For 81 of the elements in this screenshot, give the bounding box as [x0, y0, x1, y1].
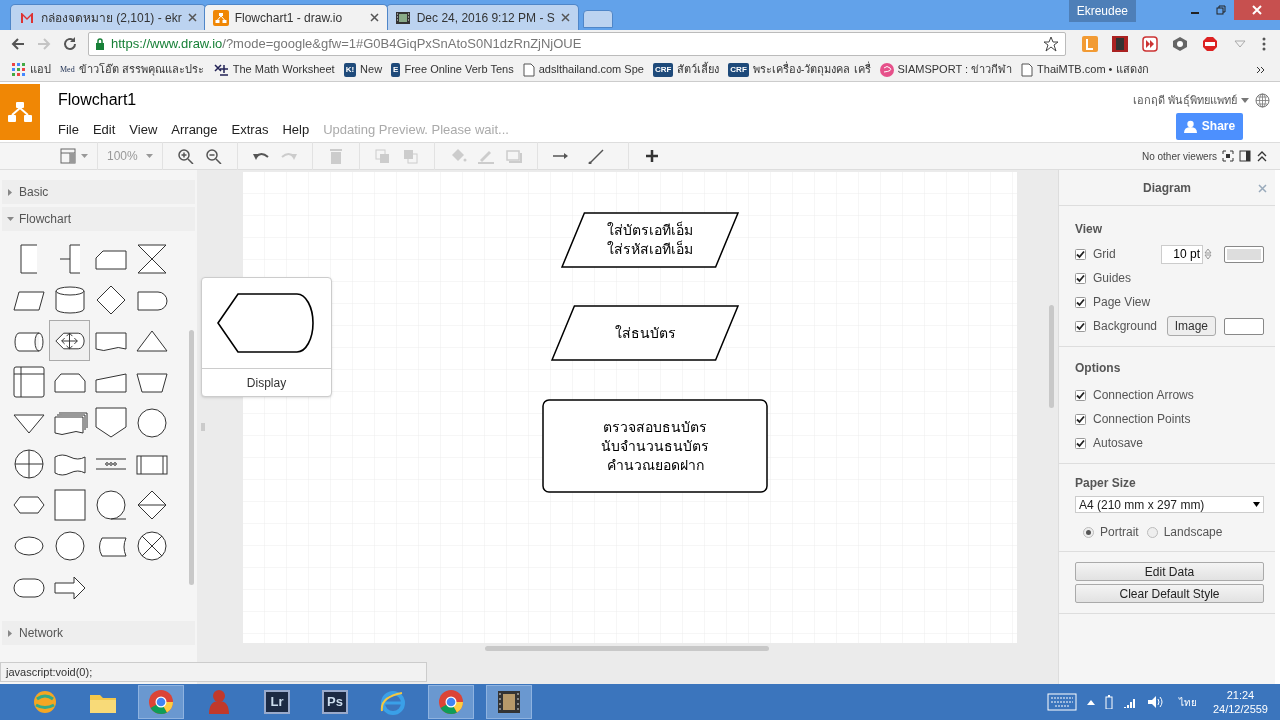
bookmark-label: New	[360, 62, 383, 78]
section-title: Network	[19, 625, 63, 642]
diagram-title[interactable]: Flowchart1	[58, 90, 509, 110]
section-heading: Paper Size	[1075, 475, 1137, 492]
bookmark-label: adslthailand.com Spe	[538, 62, 644, 78]
browser-tab[interactable]: Dec 24, 2016 9:12 PM - S	[385, 4, 579, 30]
panel-button[interactable]: Edit Data	[1075, 562, 1264, 581]
favicon-text: Med	[60, 63, 75, 76]
bookmark-label: พระเครื่อง-วัตถุมงคล เครื่	[752, 61, 871, 78]
profile-name[interactable]: Ekreudee	[1068, 0, 1136, 22]
option-label[interactable]: Page View	[1093, 293, 1264, 311]
favicon-tile: E	[391, 62, 401, 77]
bookmark[interactable]: K! New	[343, 61, 383, 78]
radio-label[interactable]: Portrait	[1100, 523, 1139, 541]
bookmark[interactable]: CRF พระเครื่อง-วัตถุมงคล เครื่	[728, 61, 871, 78]
url-text: https://www.draw.io/?mode=google&gfw=1#G0B4GiqPxSnAtoS0N1dzRnZjNjOUE	[111, 35, 583, 54]
image-button[interactable]: Image	[1166, 316, 1216, 336]
app-tile-icon: Lr	[264, 690, 290, 714]
section-heading: View	[1075, 221, 1104, 238]
user-name[interactable]: เอกฤดี พันธุ์พิทยแพทย์	[1132, 92, 1237, 109]
viewers-label: No other viewers	[1141, 149, 1217, 164]
shape-label: ตรวจสอบธนบัตร นับจำนวนธนบัตร คำนวณยอดฝาก	[601, 417, 709, 475]
option-label[interactable]: Autosave	[1093, 434, 1144, 452]
favicon-tile: CRF	[728, 62, 749, 77]
option-label[interactable]: Background	[1093, 317, 1163, 335]
bookmark-label: แอป	[30, 62, 51, 78]
option-label[interactable]: Connection Points	[1093, 410, 1191, 428]
taskbar-button[interactable]: Ps	[312, 685, 358, 719]
language-indicator[interactable]: ไทย	[1178, 694, 1197, 710]
option-label[interactable]: Guides	[1093, 269, 1264, 287]
paper-size-select[interactable]: A4 (210 mm x 297 mm)	[1075, 496, 1264, 513]
option-label[interactable]: Grid	[1093, 245, 1157, 263]
radio-label[interactable]: Landscape	[1163, 523, 1223, 541]
process-shape[interactable]: ตรวจสอบธนบัตร นับจำนวนธนบัตร คำนวณยอดฝาก	[542, 399, 768, 493]
shape-label: ใส่บัตรเอทีเอ็ม ใส่รหัสเอทีเอ็ม	[607, 221, 693, 259]
bookmark-label: ข้าวโอ๊ต สรรพคุณและประ	[78, 62, 204, 78]
bookmark-label: The Math Worksheet	[232, 62, 335, 78]
bookmark-label: SIAMSPORT : ข่าวกีฬา	[897, 62, 1013, 78]
taskbar-button[interactable]: Lr	[254, 685, 300, 719]
bookmark-label: Free Online Verb Tens	[404, 62, 514, 78]
status-url: javascript:void(0);	[0, 662, 427, 682]
palette-header[interactable]: Network	[2, 621, 195, 645]
app-tile-icon: Ps	[322, 690, 348, 714]
favicon-tile: CRF	[652, 62, 674, 77]
status-message: Updating Preview. Please wait...	[323, 121, 509, 139]
bookmark[interactable]: SIAMSPORT : ข่าวกีฬา	[879, 61, 1013, 78]
menu-item[interactable]: Extras	[231, 120, 269, 140]
address-bar[interactable]: https://www.draw.io/?mode=google&gfw=1#G0B4GiqPxSnAtoS0N1dzRnZjNjOUE	[88, 32, 1066, 56]
shape-label: ใส่ธนบัตร	[614, 323, 676, 343]
tooltip-label: Display	[245, 375, 288, 392]
browser-tab[interactable]: กล่องจดหมาย (2,101) - ekr	[10, 4, 206, 30]
bookmark[interactable]: Med ข้าวโอ๊ต สรรพคุณและประ	[60, 61, 204, 78]
tab-title: กล่องจดหมาย (2,101) - ekr	[41, 9, 182, 27]
menu-item[interactable]: Edit	[92, 120, 116, 140]
palette-header[interactable]: Flowchart	[2, 207, 195, 231]
bookmark[interactable]: The Math Worksheet	[212, 61, 335, 78]
tab-title: Flowchart1 - draw.io	[234, 9, 344, 27]
panel-title: Diagram	[1143, 179, 1191, 197]
clock-date[interactable]: 24/12/2559	[1212, 702, 1268, 716]
menu-item[interactable]: View	[129, 120, 158, 140]
bookmark[interactable]: CRF สัตว์เลี้ยง	[652, 61, 720, 78]
bookmark-label: ThaiMTB.com • แสดงก	[1037, 62, 1149, 78]
section-title: Flowchart	[19, 211, 71, 228]
option-label[interactable]: Connection Arrows	[1093, 386, 1194, 404]
section-title: Basic	[19, 184, 49, 201]
menu-item[interactable]: Arrange	[171, 120, 218, 140]
section-heading: Options	[1075, 360, 1122, 377]
menu-item[interactable]: Help	[282, 120, 310, 140]
tab-title: Dec 24, 2016 9:12 PM - S	[416, 9, 555, 27]
bookmark-label: สัตว์เลี้ยง	[677, 61, 720, 78]
grid-size-field[interactable]: 10 pt	[1161, 244, 1203, 264]
favicon-tile: K!	[343, 62, 357, 77]
browser-tab[interactable]: Flowchart1 - draw.io	[203, 4, 388, 30]
panel-button[interactable]: Clear Default Style	[1075, 584, 1264, 603]
menu-item[interactable]: File	[58, 120, 79, 140]
bookmark[interactable]: ThaiMTB.com • แสดงก	[1021, 61, 1149, 78]
bookmark[interactable]: แอป	[12, 61, 51, 78]
bookmark[interactable]: E Free Online Verb Tens	[391, 61, 514, 78]
palette-header[interactable]: Basic	[2, 180, 195, 204]
bookmark[interactable]: adslthailand.com Spe	[522, 61, 644, 78]
clock-time[interactable]: 21:24	[1226, 688, 1255, 702]
